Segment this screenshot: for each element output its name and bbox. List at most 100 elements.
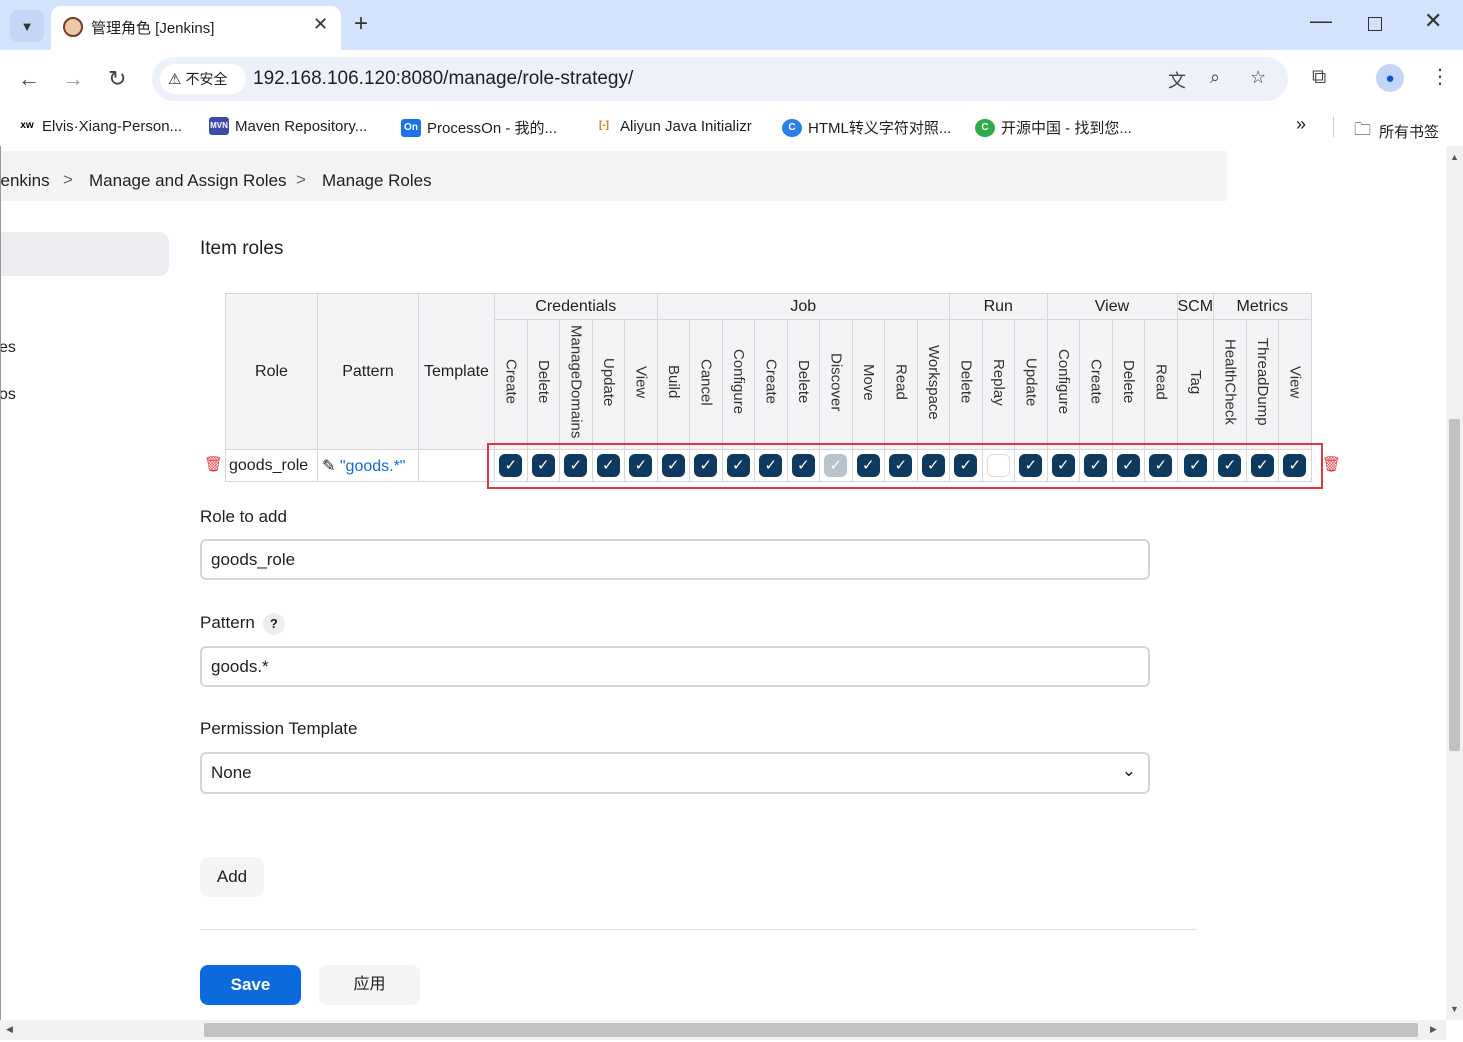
all-bookmarks[interactable]: 🗀 所有书签 bbox=[1354, 117, 1439, 146]
permission-template-select[interactable]: None ⌄ bbox=[200, 752, 1150, 794]
permission-checkbox-checked[interactable]: ✓ bbox=[856, 454, 880, 477]
permission-name: Configure bbox=[1054, 349, 1072, 415]
permission-checkbox-checked[interactable]: ✓ bbox=[499, 454, 523, 477]
permission-cell: ✓ bbox=[721, 449, 755, 482]
permission-checkbox-checked[interactable]: ✓ bbox=[889, 454, 913, 477]
permission-column-header: ThreadDump bbox=[1245, 319, 1280, 450]
permission-checkbox-checked[interactable]: ✓ bbox=[694, 454, 718, 477]
bookmark-item[interactable]: On ProcessOn - 我的... bbox=[401, 117, 557, 138]
bookmark-item[interactable]: xw Elvis·Xiang-Person... bbox=[18, 117, 182, 135]
breadcrumb-separator: > bbox=[296, 170, 306, 189]
menu-kebab-icon[interactable]: ⋮ bbox=[1430, 64, 1450, 89]
item-roles-table: Role Pattern Template Credentials Job Run V… bbox=[225, 293, 1312, 482]
vertical-scroll-thumb[interactable] bbox=[1449, 419, 1460, 751]
permission-group-header: Job bbox=[656, 293, 950, 320]
permission-checkbox-checked[interactable]: ✓ bbox=[921, 454, 945, 477]
permission-name: Delete bbox=[1119, 360, 1137, 404]
bookmarks-divider bbox=[1333, 117, 1334, 137]
window-close-icon[interactable]: ✕ bbox=[1424, 8, 1442, 34]
permission-column-header: Delete bbox=[526, 319, 560, 450]
permission-checkbox-checked[interactable]: ✓ bbox=[531, 454, 555, 477]
permission-checkbox-checked[interactable]: ✓ bbox=[1084, 454, 1108, 477]
delete-row-icon[interactable]: 🗑 bbox=[1322, 455, 1341, 473]
bookmark-star-icon[interactable]: ☆ bbox=[1250, 67, 1266, 88]
permission-checkbox-checked[interactable]: ✓ bbox=[726, 454, 750, 477]
url-text[interactable]: 192.168.106.120:8080/manage/role-strateg… bbox=[253, 68, 633, 90]
bookmark-item[interactable]: C 开源中国 - 找到您... bbox=[975, 117, 1132, 138]
profile-avatar-icon[interactable]: ● bbox=[1376, 64, 1404, 92]
permission-checkbox-checked[interactable]: ✓ bbox=[791, 454, 815, 477]
horizontal-scroll-thumb[interactable] bbox=[204, 1023, 1418, 1037]
browser-tab[interactable]: 管理角色 [Jenkins] ✕ bbox=[51, 6, 341, 50]
reload-icon[interactable]: ↻ bbox=[108, 66, 126, 92]
maximize-icon[interactable] bbox=[1368, 17, 1382, 31]
permission-cell: ✓ bbox=[559, 449, 593, 482]
permission-checkbox-checked[interactable]: ✓ bbox=[1283, 454, 1307, 477]
sidebar-item-label[interactable]: es bbox=[1, 339, 16, 357]
permission-checkbox-checked[interactable]: ✓ bbox=[629, 454, 653, 477]
pattern-cell[interactable]: ✎ "goods.*" bbox=[317, 449, 419, 482]
permission-checkbox-checked[interactable]: ✓ bbox=[1019, 454, 1043, 477]
permission-checkbox-checked[interactable]: ✓ bbox=[1116, 454, 1140, 477]
save-button[interactable]: Save bbox=[200, 965, 301, 1005]
minimize-icon[interactable]: — bbox=[1310, 8, 1332, 34]
permission-name: Update bbox=[1022, 357, 1040, 407]
add-button[interactable]: Add bbox=[200, 857, 264, 897]
permission-checkbox-checked[interactable]: ✓ bbox=[1218, 454, 1242, 477]
permission-cell: ✓ bbox=[819, 449, 853, 482]
page-content: Jenkins > Manage and Assign Roles > Mana… bbox=[0, 146, 1446, 1020]
pattern-link[interactable]: "goods.*" bbox=[340, 458, 406, 475]
breadcrumb-jenkins[interactable]: Jenkins bbox=[1, 171, 50, 191]
tab-search-button[interactable]: ▼ bbox=[10, 10, 44, 42]
extensions-icon[interactable]: ⧉ bbox=[1312, 66, 1326, 89]
security-chip[interactable]: ⚠ 不安全 bbox=[160, 64, 246, 94]
browser-toolbar: ← → ↻ ⚠ 不安全 192.168.106.120:8080/manage/… bbox=[0, 50, 1463, 108]
tab-close-icon[interactable]: ✕ bbox=[313, 14, 328, 35]
scroll-down-icon[interactable]: ▼ bbox=[1450, 1004, 1459, 1014]
permission-checkbox-checked[interactable]: ✓ bbox=[1051, 454, 1075, 477]
bookmarks-more-icon[interactable]: » bbox=[1296, 114, 1306, 135]
pattern-label-text: Pattern bbox=[200, 613, 255, 632]
breadcrumb-manage-assign-roles[interactable]: Manage and Assign Roles bbox=[89, 171, 287, 191]
vertical-scrollbar[interactable]: ▲ ▼ bbox=[1446, 146, 1463, 1020]
permission-checkbox-checked[interactable]: ✓ bbox=[1250, 454, 1274, 477]
permission-column-header: Tag bbox=[1176, 319, 1215, 450]
role-to-add-input[interactable]: goods_role bbox=[200, 539, 1150, 580]
permission-cell: ✓ bbox=[1176, 449, 1215, 482]
scroll-up-icon[interactable]: ▲ bbox=[1450, 152, 1459, 162]
permission-checkbox-checked[interactable]: ✓ bbox=[1183, 454, 1207, 477]
permission-column-header: Discover bbox=[819, 319, 853, 450]
permission-column-header: Create bbox=[754, 319, 788, 450]
permission-group-header: SCM bbox=[1176, 293, 1215, 320]
pattern-input[interactable]: goods.* bbox=[200, 646, 1150, 687]
translate-icon[interactable]: 文 bbox=[1168, 67, 1186, 93]
forward-icon[interactable]: → bbox=[62, 66, 84, 92]
permission-cell: ✓ bbox=[1278, 449, 1312, 482]
bookmark-item[interactable]: [-] Aliyun Java Initializr bbox=[594, 117, 752, 135]
horizontal-scrollbar[interactable]: ◀ ▶ bbox=[0, 1020, 1446, 1040]
back-icon[interactable]: ← bbox=[18, 66, 40, 92]
permission-checkbox-checked[interactable]: ✓ bbox=[596, 454, 620, 477]
bookmark-item[interactable]: C HTML转义字符对照... bbox=[782, 117, 951, 138]
sidebar-item-label[interactable]: os bbox=[1, 386, 16, 404]
scroll-left-icon[interactable]: ◀ bbox=[6, 1024, 13, 1035]
permission-checkbox-checked[interactable]: ✓ bbox=[564, 454, 588, 477]
help-icon[interactable]: ? bbox=[262, 613, 285, 635]
bookmark-item[interactable]: MVN Maven Repository... bbox=[209, 117, 367, 135]
address-bar[interactable]: ⚠ 不安全 192.168.106.120:8080/manage/role-s… bbox=[152, 57, 1288, 101]
chevron-down-icon: ▼ bbox=[20, 18, 34, 34]
delete-row-icon[interactable]: 🗑 bbox=[204, 455, 223, 473]
permission-name: Delete bbox=[534, 360, 552, 404]
scroll-right-icon[interactable]: ▶ bbox=[1430, 1024, 1437, 1035]
permission-checkbox-checked[interactable]: ✓ bbox=[1149, 454, 1173, 477]
permission-checkbox-unchecked[interactable] bbox=[986, 454, 1010, 477]
permission-checkbox-checked[interactable]: ✓ bbox=[661, 454, 685, 477]
edit-pencil-icon[interactable]: ✎ bbox=[322, 458, 340, 475]
breadcrumb-manage-roles[interactable]: Manage Roles bbox=[322, 171, 432, 191]
permission-checkbox-checked[interactable]: ✓ bbox=[954, 454, 978, 477]
new-tab-button[interactable]: + bbox=[354, 10, 368, 38]
zoom-icon[interactable]: ⌕ bbox=[1210, 67, 1220, 88]
apply-button[interactable]: 应用 bbox=[319, 965, 420, 1005]
sidebar-item-active[interactable] bbox=[1, 232, 169, 276]
permission-checkbox-checked[interactable]: ✓ bbox=[759, 454, 783, 477]
